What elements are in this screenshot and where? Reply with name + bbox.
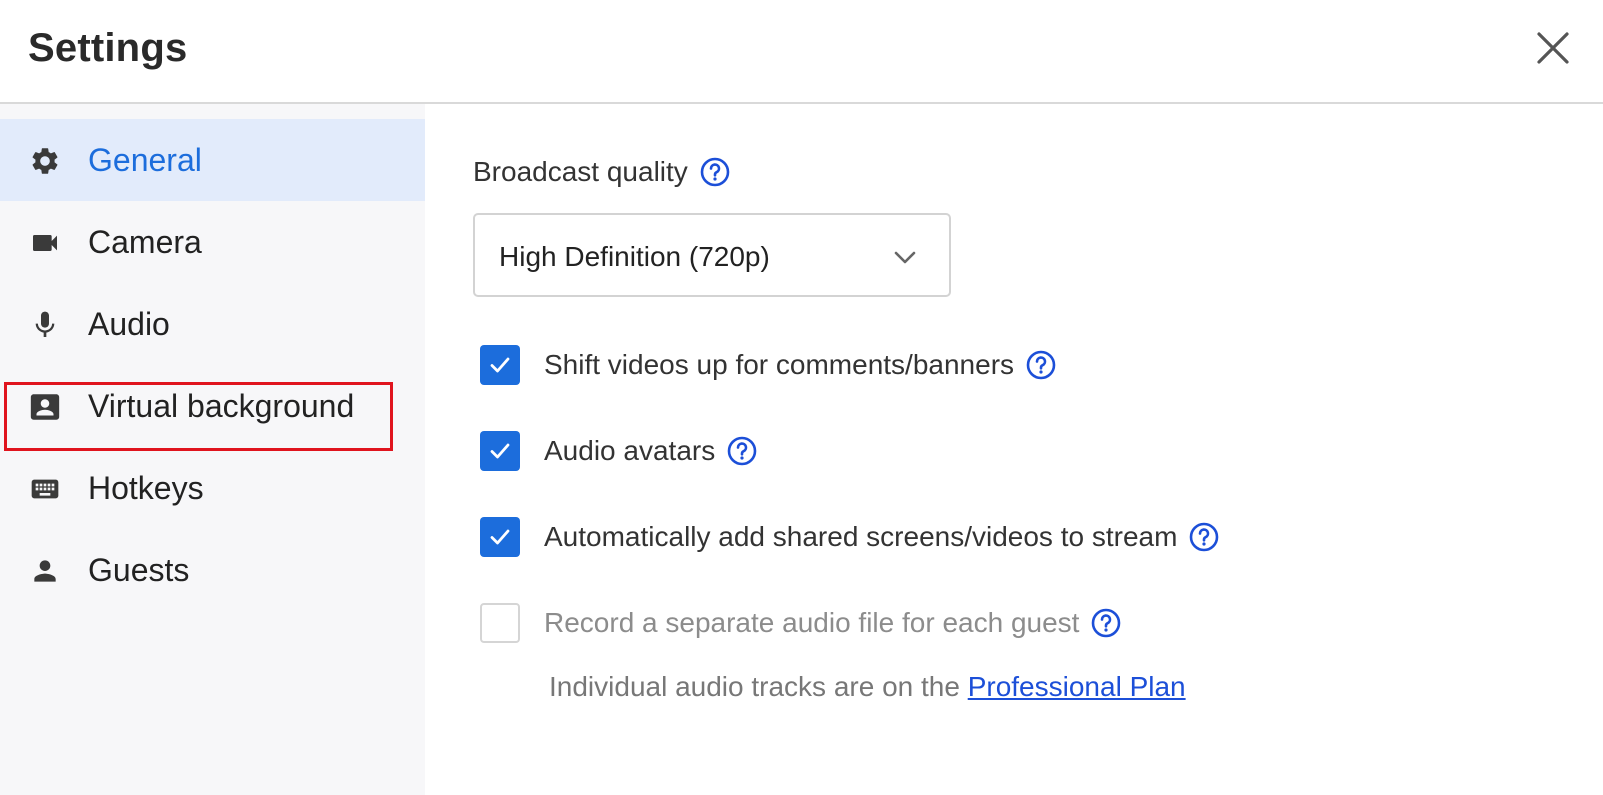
option-label: Record a separate audio file for each gu… <box>544 607 1080 638</box>
sidebar-item-audio[interactable]: Audio <box>0 283 425 365</box>
broadcast-quality-text: Broadcast quality <box>473 156 688 187</box>
chevron-down-icon <box>893 245 917 269</box>
sidebar-item-label: Hotkeys <box>88 469 204 506</box>
sidebar-item-virtual-background[interactable]: Virtual background <box>0 365 425 447</box>
option-auto-add-shared: Automatically add shared screens/videos … <box>480 517 1219 557</box>
help-icon[interactable] <box>727 436 757 466</box>
video-camera-icon <box>28 226 62 260</box>
microphone-icon <box>28 308 62 342</box>
option-record-separate-audio: Record a separate audio file for each gu… <box>480 603 1121 643</box>
note-text: Individual audio tracks are on the <box>549 671 968 702</box>
sidebar-item-label: Virtual background <box>88 387 355 424</box>
close-icon[interactable] <box>1535 30 1571 66</box>
broadcast-quality-select[interactable]: High Definition (720p) <box>473 213 951 297</box>
dialog-header: Settings <box>0 0 1603 104</box>
option-shift-videos: Shift videos up for comments/banners <box>480 345 1056 385</box>
sidebar-item-label: General <box>88 141 202 178</box>
sidebar-item-guests[interactable]: Guests <box>0 529 425 611</box>
option-label: Automatically add shared screens/videos … <box>544 521 1178 552</box>
sidebar-item-label: Guests <box>88 551 190 588</box>
sidebar-item-label: Audio <box>88 305 170 342</box>
help-icon[interactable] <box>1091 608 1121 638</box>
checkbox-record-separate-audio[interactable] <box>480 603 520 643</box>
portrait-card-icon <box>28 390 62 424</box>
sidebar-item-general[interactable]: General <box>0 119 425 201</box>
sidebar-item-camera[interactable]: Camera <box>0 201 425 283</box>
select-value: High Definition (720p) <box>499 241 770 272</box>
page-title: Settings <box>28 26 188 70</box>
checkbox-shift-videos[interactable] <box>480 345 520 385</box>
person-icon <box>28 554 62 588</box>
checkbox-audio-avatars[interactable] <box>480 431 520 471</box>
settings-content: Broadcast quality High Definition (720p)… <box>425 104 1603 795</box>
upgrade-note: Individual audio tracks are on the Profe… <box>549 671 1186 703</box>
settings-sidebar: General Camera Audio Virtual background … <box>0 104 425 795</box>
option-audio-avatars: Audio avatars <box>480 431 757 471</box>
help-icon[interactable] <box>700 157 730 187</box>
option-label: Shift videos up for comments/banners <box>544 349 1015 380</box>
professional-plan-link[interactable]: Professional Plan <box>968 671 1186 702</box>
option-label: Audio avatars <box>544 435 716 466</box>
sidebar-item-hotkeys[interactable]: Hotkeys <box>0 447 425 529</box>
keyboard-icon <box>28 472 62 506</box>
gear-icon <box>28 144 62 178</box>
help-icon[interactable] <box>1026 350 1056 380</box>
broadcast-quality-label: Broadcast quality <box>473 156 730 188</box>
checkbox-auto-add-shared[interactable] <box>480 517 520 557</box>
sidebar-item-label: Camera <box>88 223 202 260</box>
help-icon[interactable] <box>1189 522 1219 552</box>
